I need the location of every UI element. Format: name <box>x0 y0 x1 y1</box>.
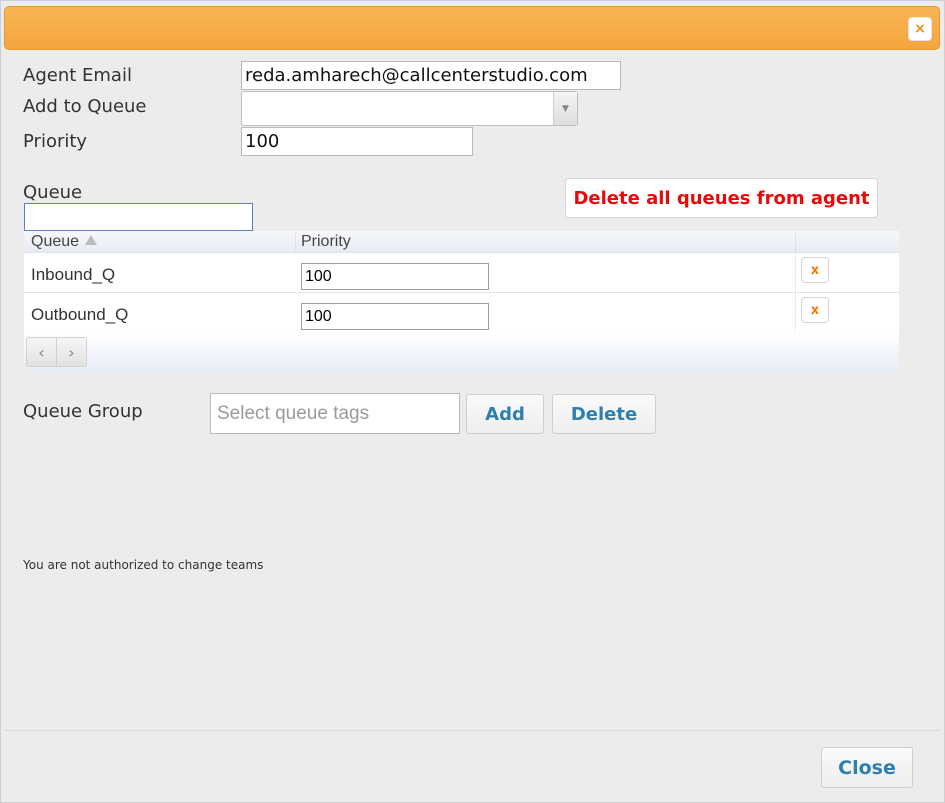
add-queue-tag-button[interactable]: Add <box>466 394 544 434</box>
grid-header: Queue Priority <box>24 231 899 253</box>
sort-ascending-icon <box>85 235 98 245</box>
footer-divider <box>4 730 940 731</box>
queue-name-cell: Outbound_Q <box>31 305 129 324</box>
priority-column-header[interactable]: Priority <box>301 231 351 253</box>
queue-priority-input[interactable] <box>301 303 489 330</box>
grid-pager: ‹ › <box>24 332 899 371</box>
queue-filter-input[interactable] <box>24 203 253 231</box>
queue-column-header[interactable]: Queue <box>31 231 98 253</box>
agent-email-field[interactable] <box>241 61 621 90</box>
delete-queue-tag-button[interactable]: Delete <box>552 394 656 434</box>
agent-queue-dialog: × Agent Email Add to Queue ▼ Priority Qu… <box>0 0 945 803</box>
agent-email-label: Agent Email <box>23 65 132 86</box>
queue-group-label: Queue Group <box>23 401 143 422</box>
add-to-queue-select[interactable]: ▼ <box>241 91 578 126</box>
remove-row-icon[interactable]: x <box>801 297 829 323</box>
add-to-queue-label: Add to Queue <box>23 96 147 117</box>
close-button[interactable]: Close <box>821 747 913 788</box>
priority-label: Priority <box>23 131 88 152</box>
teams-permission-notice: You are not authorized to change teams <box>23 558 264 572</box>
queue-tags-input[interactable] <box>210 393 460 434</box>
chevron-right-icon[interactable]: › <box>56 337 87 367</box>
column-divider <box>295 231 296 253</box>
remove-row-icon[interactable]: x <box>801 257 829 283</box>
dialog-titlebar: × <box>4 6 940 50</box>
queue-priority-input[interactable] <box>301 263 489 290</box>
queue-name-cell: Inbound_Q <box>31 265 116 284</box>
queue-filter-label: Queue <box>23 182 83 203</box>
chevron-left-icon[interactable]: ‹ <box>26 337 57 367</box>
chevron-down-icon[interactable]: ▼ <box>553 92 577 125</box>
close-icon[interactable]: × <box>908 17 932 41</box>
column-divider <box>795 253 796 293</box>
queue-column-label: Queue <box>31 233 80 250</box>
table-row: Outbound_Q x <box>24 293 899 333</box>
delete-all-queues-button[interactable]: Delete all queues from agent <box>565 178 878 218</box>
table-row: Inbound_Q x <box>24 253 899 293</box>
column-divider <box>795 231 796 253</box>
priority-field[interactable] <box>241 127 473 156</box>
column-divider <box>795 293 796 333</box>
queue-grid: Queue Priority Inbound_Q x Outbound_Q x … <box>24 231 899 371</box>
